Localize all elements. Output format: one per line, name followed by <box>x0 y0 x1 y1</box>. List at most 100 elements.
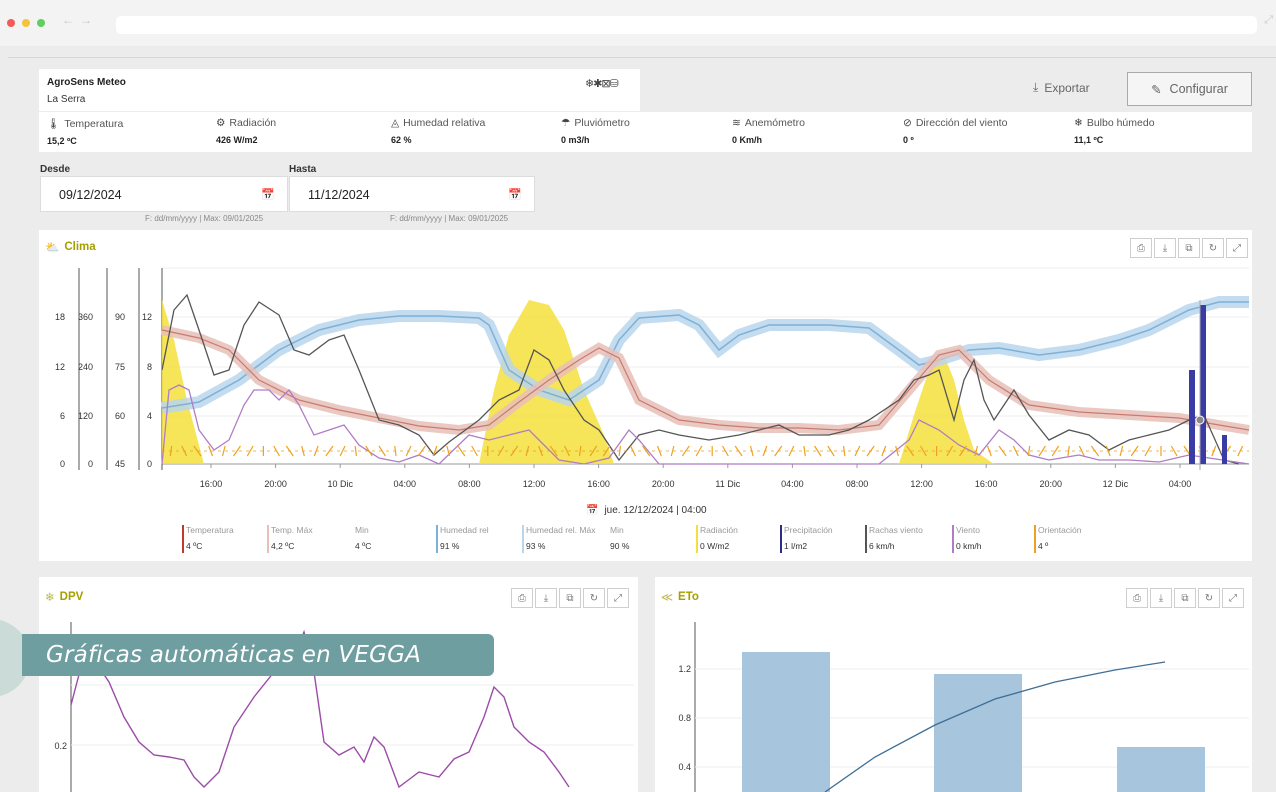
legend-name: Temperatura <box>186 525 234 535</box>
minimize-window-dot[interactable] <box>22 19 30 27</box>
legend-item[interactable]: Orientación 4 º <box>1034 525 1081 553</box>
maximize-window-dot[interactable] <box>37 19 45 27</box>
legend-item[interactable]: Humedad rel 91 % <box>436 525 489 553</box>
sensor-label: Anemómetro <box>744 117 805 129</box>
x-tick-label: 10 Dic <box>327 479 353 489</box>
crosshair-marker <box>1195 415 1205 425</box>
x-tick-label: 04:00 <box>394 479 417 489</box>
legend-value: 0 W/m2 <box>700 541 730 551</box>
eto-bar <box>934 674 1022 792</box>
legend-name: Min <box>355 525 369 535</box>
forward-arrow-icon[interactable]: → <box>80 13 92 27</box>
caption-text: Gráficas automáticas en VEGGA <box>46 642 422 668</box>
calendar-icon[interactable]: 📅 <box>508 188 522 201</box>
sensor-label: Radiación <box>229 117 277 129</box>
sensor-anemometer: ≋ Anemómetro 0 Km/h <box>732 117 805 145</box>
y-tick-label: 12 <box>55 362 65 372</box>
orientation-arrow <box>1067 445 1070 457</box>
legend-name: Rachas viento <box>869 525 923 535</box>
download-icon: ⤓ <box>1033 80 1039 94</box>
legend-min: Min 4 ºC <box>355 525 371 551</box>
eto-bar <box>742 652 830 792</box>
rain-gauge-icon: ☂ <box>561 117 571 129</box>
legend-name: Humedad rel. Máx <box>526 525 596 535</box>
y-tick-label: 75 <box>115 362 125 372</box>
pencil-icon: ✎ <box>1151 82 1162 97</box>
y-tick-label: 0 <box>60 459 65 469</box>
wet-bulb-icon: ❄ <box>1074 117 1083 129</box>
y-tick-label: 0 <box>147 459 152 469</box>
y-tick-label: 120 <box>78 411 93 421</box>
y-tick-label: 45 <box>115 459 125 469</box>
station-location: La Serra <box>47 94 86 105</box>
legend-value: 93 % <box>526 541 546 551</box>
legend-min: Min 90 % <box>610 525 629 551</box>
station-card[interactable]: AgroSens Meteo La Serra ❄✱⊠⛁ <box>39 69 640 111</box>
legend-item[interactable]: Viento 0 km/h <box>952 525 982 553</box>
eto-chart[interactable]: 1.2 0.8 0.4 <box>655 577 1252 792</box>
legend-item[interactable]: Temp. Máx 4,2 ºC Min 4 ºC <box>267 525 371 553</box>
anemometer-icon: ≋ <box>732 117 741 129</box>
sensor-wet-bulb: ❄ Bulbo húmedo 11,1 ºC <box>1074 117 1155 145</box>
legend-name: Temp. Máx <box>271 525 313 535</box>
wind-direction-icon: ⊘ <box>903 117 912 129</box>
chart-timestamp: 📅 jue. 12/12/2024 | 04:00 <box>586 505 707 516</box>
from-date-input[interactable]: 09/12/2024 📅 <box>40 176 288 212</box>
y-tick-label: 0.8 <box>678 713 691 723</box>
legend-value: 4 ºC <box>355 541 372 551</box>
y-tick-label: 90 <box>115 312 125 322</box>
x-tick-label: 16:00 <box>200 479 223 489</box>
y-tick-label: 0.2 <box>54 741 67 751</box>
legend-item[interactable]: Temperatura 4 ºC <box>182 525 234 553</box>
sensor-rain-gauge: ☂ Pluviómetro 0 m3/h <box>561 117 630 145</box>
sensor-label: Dirección del viento <box>915 117 1008 129</box>
x-tick-label: 16:00 <box>975 479 998 489</box>
to-date-hint: F: dd/mm/yyyy | Max: 09/01/2025 <box>390 214 509 223</box>
legend-swatch <box>696 525 698 553</box>
sensor-summary-bar: 🌡 Temperatura 15,2 ºC ⚙ Radiación 426 W/m2… <box>39 112 1252 152</box>
legend-name: Orientación <box>1038 525 1082 535</box>
y-tick-label: 60 <box>115 411 125 421</box>
x-tick-label: 08:00 <box>846 479 869 489</box>
sensor-label: Temperatura <box>64 118 124 130</box>
export-button[interactable]: ⤓ Exportar <box>1033 80 1090 95</box>
legend-value: 91 % <box>440 541 460 551</box>
x-tick-label: 20:00 <box>264 479 287 489</box>
dpv-chart[interactable]: 0.2 <box>39 577 638 792</box>
caption-banner: Gráficas automáticas en VEGGA <box>22 634 494 676</box>
legend-item[interactable]: Radiación 0 W/m2 <box>696 525 738 553</box>
legend-name: Radiación <box>700 525 738 535</box>
y-tick-label: 240 <box>78 362 93 372</box>
humidity-line <box>161 301 1249 409</box>
legend-name: Humedad rel <box>440 525 489 535</box>
thermometer-icon: 🌡 <box>47 118 61 130</box>
legend-item[interactable]: Humedad rel. Máx 93 % Min 90 % <box>522 525 629 553</box>
sensor-value: 0 Km/h <box>732 135 763 145</box>
back-arrow-icon[interactable]: ← <box>62 13 74 27</box>
configure-button[interactable]: ✎ Configurar <box>1127 72 1252 106</box>
calendar-icon[interactable]: 📅 <box>261 188 275 201</box>
x-tick-label: 12 Dic <box>1103 479 1129 489</box>
x-tick-label: 12:00 <box>523 479 546 489</box>
legend-value: 4,2 ºC <box>271 541 295 551</box>
legend-value: 6 km/h <box>869 541 895 551</box>
legend-swatch <box>1034 525 1036 553</box>
legend-item[interactable]: Precipitación 1 l/m2 <box>780 525 833 553</box>
sensor-value: 62 % <box>391 135 412 145</box>
precipitation-bar <box>1189 370 1195 464</box>
sensor-label: Bulbo húmedo <box>1086 117 1155 129</box>
sensor-value: 0 m3/h <box>561 135 590 145</box>
address-bar[interactable] <box>116 16 1257 34</box>
legend-item[interactable]: Rachas viento 6 km/h <box>865 525 923 553</box>
sensor-label: Pluviómetro <box>574 117 630 129</box>
to-date-input[interactable]: 11/12/2024 📅 <box>289 176 535 212</box>
close-window-dot[interactable] <box>7 19 15 27</box>
legend-swatch <box>436 525 438 553</box>
configure-label: Configurar <box>1169 82 1228 96</box>
sensor-radiation: ⚙ Radiación 426 W/m2 <box>216 117 276 145</box>
station-name: AgroSens Meteo <box>47 77 126 88</box>
fullscreen-icon[interactable]: ⤢ <box>1264 14 1273 27</box>
y-tick-label: 0 <box>88 459 93 469</box>
x-tick-label: 12:00 <box>910 479 933 489</box>
legend-name: Min <box>610 525 624 535</box>
